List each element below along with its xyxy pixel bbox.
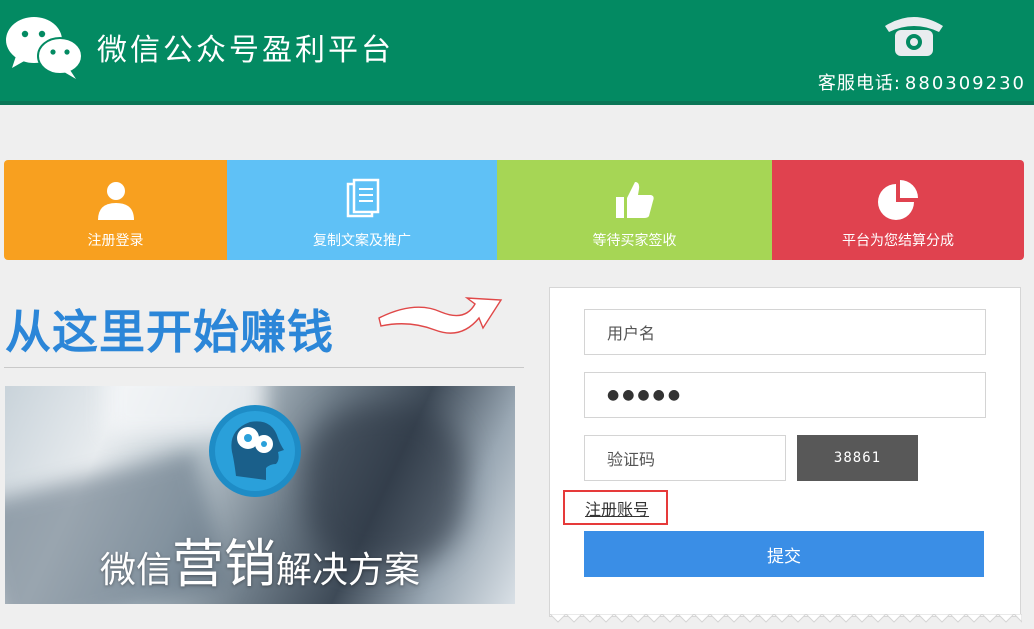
- banner-text-prefix: 微信: [99, 550, 172, 591]
- captcha-image[interactable]: 38861: [797, 435, 918, 481]
- divider: [4, 367, 524, 368]
- brain-head-icon: [209, 405, 301, 497]
- marketing-banner: 微信营销解决方案: [5, 386, 515, 604]
- step-label: 等待买家签收: [592, 233, 677, 249]
- step-await-receipt: 等待买家签收: [497, 160, 772, 260]
- slogan-heading: 从这里开始赚钱: [5, 305, 334, 359]
- submit-button[interactable]: 提交: [584, 531, 984, 577]
- hotline: 客服电话: 880309230: [818, 69, 1026, 95]
- step-label: 平台为您结算分成: [842, 233, 954, 249]
- login-form: 用户名 ●●●●● 验证码 38861 注册账号 提交: [549, 287, 1022, 623]
- banner-text-suffix: 解决方案: [276, 550, 421, 591]
- zigzag-border: [550, 614, 1022, 623]
- header-bar: 微信公众号盈利平台 客服电话: 880309230: [0, 0, 1034, 105]
- step-register-login: 注册登录: [4, 160, 227, 260]
- user-icon: [97, 182, 134, 220]
- thumbs-up-icon: [615, 182, 654, 218]
- banner-text: 微信营销解决方案: [5, 522, 515, 597]
- telephone-icon: [885, 17, 943, 56]
- hotline-label: 客服电话:: [817, 73, 901, 94]
- hotline-number: 880309230: [904, 73, 1026, 94]
- password-input[interactable]: ●●●●●: [584, 372, 986, 418]
- banner-text-big: 营销: [171, 535, 276, 595]
- username-input[interactable]: 用户名: [584, 309, 986, 355]
- wechat-logo-icon: [6, 17, 83, 79]
- register-link[interactable]: 注册账号: [563, 490, 668, 525]
- captcha-input[interactable]: 验证码: [584, 435, 786, 481]
- pie-chart-icon: [878, 180, 918, 220]
- step-label: 注册登录: [87, 233, 144, 249]
- document-icon: [346, 178, 380, 218]
- arrow-icon: [378, 297, 503, 334]
- step-label: 复制文案及推广: [313, 233, 411, 249]
- process-steps: 注册登录 复制文案及推广 等待买家签收 平台为您结算分成: [4, 160, 1024, 260]
- site-title: 微信公众号盈利平台: [97, 33, 394, 68]
- step-settlement: 平台为您结算分成: [772, 160, 1024, 260]
- step-copy-promote: 复制文案及推广: [227, 160, 497, 260]
